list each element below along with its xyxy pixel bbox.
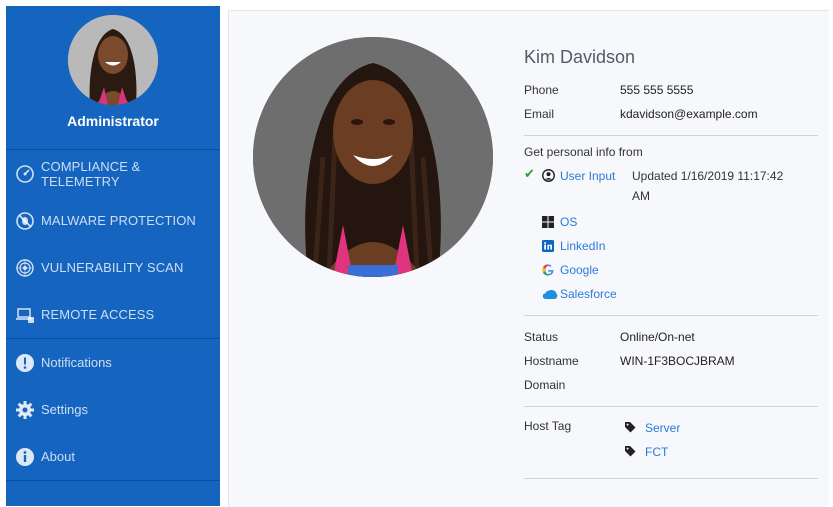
host-tag-label: Host Tag <box>524 419 572 433</box>
user-detail-panel: Kim Davidson Phone 555 555 5555 Email kd… <box>228 10 829 507</box>
domain-row: Domain <box>524 373 818 397</box>
sidebar: Administrator COMPLIANCE & TELEMETRY MAL… <box>6 6 220 506</box>
exclamation-icon <box>15 353 35 373</box>
hostname-label: Hostname <box>524 354 579 368</box>
user-icon <box>542 166 560 182</box>
nav-label: COMPLIANCE & TELEMETRY <box>41 158 141 189</box>
host-tag-row: Host Tag Server FCT <box>524 416 818 464</box>
user-input-link[interactable]: User Input <box>560 166 620 186</box>
nav-label: Notifications <box>41 355 112 370</box>
info-icon <box>15 447 35 467</box>
phone-row: Phone 555 555 5555 <box>524 78 818 102</box>
google-icon <box>542 264 560 276</box>
nav-label: About <box>41 449 75 464</box>
source-google: Google <box>524 258 818 282</box>
nav-notifications[interactable]: Notifications <box>6 339 220 386</box>
windows-icon <box>542 216 560 228</box>
gauge-icon <box>15 164 35 184</box>
nav-compliance-telemetry[interactable]: COMPLIANCE & TELEMETRY <box>6 150 220 197</box>
user-photo <box>253 37 493 277</box>
divider <box>524 315 818 316</box>
host-tag-item: FCT <box>624 440 680 464</box>
gear-icon <box>15 400 35 420</box>
email-value: kdavidson@example.com <box>620 107 758 121</box>
google-link[interactable]: Google <box>560 263 599 277</box>
nav-malware-protection[interactable]: MALWARE PROTECTION <box>6 197 220 244</box>
source-user-input: ✔ User Input Updated 1/16/2019 11:17:42 … <box>524 166 818 210</box>
hostname-value: WIN-1F3BOCJBRAM <box>620 354 735 368</box>
main-nav: COMPLIANCE & TELEMETRY MALWARE PROTECTIO… <box>6 150 220 339</box>
user-name: Kim Davidson <box>524 47 636 67</box>
status-label: Status <box>524 330 559 344</box>
nav-vulnerability-scan[interactable]: VULNERABILITY SCAN <box>6 244 220 291</box>
source-os: OS <box>524 210 818 234</box>
linkedin-icon <box>542 240 560 252</box>
nav-label: MALWARE PROTECTION <box>41 213 196 228</box>
sources-title: Get personal info from <box>524 145 643 159</box>
divider <box>524 135 818 136</box>
avatar[interactable] <box>68 15 158 105</box>
nav-label: Settings <box>41 402 88 417</box>
nav-settings[interactable]: Settings <box>6 386 220 433</box>
user-details: Kim Davidson Phone 555 555 5555 Email kd… <box>524 47 818 488</box>
user-role: Administrator <box>67 113 159 129</box>
hostname-row: Hostname WIN-1F3BOCJBRAM <box>524 349 818 373</box>
source-salesforce: Salesforce <box>524 282 818 306</box>
secondary-nav: Notifications Settings About <box>6 339 220 481</box>
radar-icon <box>15 258 35 278</box>
salesforce-link[interactable]: Salesforce <box>560 287 617 301</box>
host-tag-list: Server FCT <box>624 416 680 464</box>
remote-laptop-icon <box>15 305 35 325</box>
source-linkedin: LinkedIn <box>524 234 818 258</box>
salesforce-cloud-icon <box>542 288 560 300</box>
phone-value: 555 555 5555 <box>620 83 694 97</box>
os-link[interactable]: OS <box>560 215 577 229</box>
host-tag-link[interactable]: Server <box>645 421 680 435</box>
email-row: Email kdavidson@example.com <box>524 102 818 126</box>
email-label: Email <box>524 107 555 121</box>
tag-icon <box>624 445 645 460</box>
nav-label: VULNERABILITY SCAN <box>41 260 184 275</box>
divider <box>524 406 818 407</box>
status-row: Status Online/On-net <box>524 325 818 349</box>
no-bug-icon <box>15 211 35 231</box>
sidebar-profile: Administrator <box>6 6 220 150</box>
check-icon: ✔ <box>524 166 535 181</box>
updated-timestamp: Updated 1/16/2019 11:17:42 AM <box>632 169 784 203</box>
host-tag-link[interactable]: FCT <box>645 445 668 459</box>
nav-label: REMOTE ACCESS <box>41 307 155 322</box>
nav-remote-access[interactable]: REMOTE ACCESS <box>6 291 220 338</box>
phone-label: Phone <box>524 83 559 97</box>
linkedin-link[interactable]: LinkedIn <box>560 239 605 253</box>
tag-icon <box>624 421 645 436</box>
domain-label: Domain <box>524 378 566 392</box>
host-tag-item: Server <box>624 416 680 440</box>
nav-about[interactable]: About <box>6 433 220 480</box>
status-value: Online/On-net <box>620 330 695 344</box>
divider <box>524 478 818 479</box>
